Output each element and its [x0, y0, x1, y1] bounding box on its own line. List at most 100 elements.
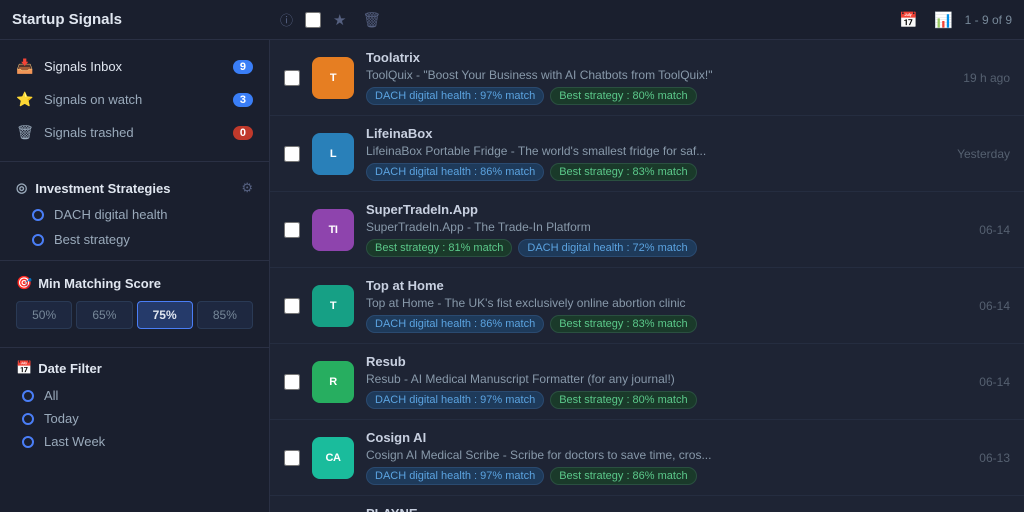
strategies-icon: ◎: [16, 180, 27, 196]
signal-tag: Best strategy : 81% match: [366, 239, 512, 257]
signal-info: PLAYNE PLAYNE : The Meditation Game DACH…: [366, 506, 928, 512]
signal-title: LifeinaBox Portable Fridge - The world's…: [366, 144, 846, 158]
signal-checkbox[interactable]: [284, 70, 300, 86]
date-option-today[interactable]: Today: [16, 407, 253, 430]
signal-info: Toolatrix ToolQuix - "Boost Your Busines…: [366, 50, 928, 105]
signal-checkbox[interactable]: [284, 146, 300, 162]
signal-title: Top at Home - The UK's fist exclusively …: [366, 296, 846, 310]
strategy-dach-dot: [32, 209, 44, 221]
signal-checkbox[interactable]: [284, 222, 300, 238]
signal-date: 06-14: [940, 299, 1010, 313]
signal-avatar: L: [312, 133, 354, 175]
score-85-button[interactable]: 85%: [197, 301, 253, 329]
header-toolbar: ★ 🗑 📅 📊 1 - 9 of 9: [293, 9, 1012, 31]
star-button[interactable]: ★: [329, 9, 350, 31]
inbox-label: Signals Inbox: [44, 59, 223, 74]
signal-row[interactable]: T Top at Home Top at Home - The UK's fis…: [270, 268, 1024, 344]
signal-tag: DACH digital health : 97% match: [366, 391, 544, 409]
score-label: 🎯 Min Matching Score: [16, 275, 253, 291]
app-title: Startup Signals: [12, 11, 272, 28]
signal-row[interactable]: P PLAYNE PLAYNE : The Meditation Game DA…: [270, 496, 1024, 512]
signal-tag: DACH digital health : 97% match: [366, 467, 544, 485]
signal-title: Cosign AI Medical Scribe - Scribe for do…: [366, 448, 846, 462]
date-today-label: Today: [44, 411, 79, 426]
strategy-best-dot: [32, 234, 44, 246]
signal-company: Top at Home: [366, 278, 928, 293]
signal-tag: DACH digital health : 86% match: [366, 315, 544, 333]
score-65-button[interactable]: 65%: [76, 301, 132, 329]
star-icon: ⭐: [16, 91, 34, 108]
signal-tag: Best strategy : 86% match: [550, 467, 696, 485]
signal-row[interactable]: L LifeinaBox LifeinaBox Portable Fridge …: [270, 116, 1024, 192]
signal-date: 06-13: [940, 451, 1010, 465]
score-75-button[interactable]: 75%: [137, 301, 193, 329]
chart-button[interactable]: 📊: [930, 9, 957, 31]
top-header: Startup Signals ⓘ ★ 🗑 📅 📊 1 - 9 of 9: [0, 0, 1024, 40]
signal-tags: DACH digital health : 97% match Best stra…: [366, 467, 928, 485]
strategy-best-label: Best strategy: [54, 232, 130, 247]
sidebar-item-inbox[interactable]: 📥 Signals Inbox 9: [0, 50, 269, 83]
strategies-gear-button[interactable]: ⚙: [241, 180, 253, 196]
strategy-best[interactable]: Best strategy: [0, 227, 269, 252]
signal-avatar: TI: [312, 209, 354, 251]
date-option-all[interactable]: All: [16, 384, 253, 407]
signal-tag: Best strategy : 80% match: [550, 87, 696, 105]
date-lastweek-label: Last Week: [44, 434, 105, 449]
signal-tag: Best strategy : 83% match: [550, 163, 696, 181]
inbox-badge: 9: [233, 60, 253, 74]
date-section: 📅 Date Filter All Today Last Week: [0, 356, 269, 461]
signal-row[interactable]: CA Cosign AI Cosign AI Medical Scribe - …: [270, 420, 1024, 496]
signal-avatar: T: [312, 57, 354, 99]
calendar-button[interactable]: 📅: [895, 9, 922, 31]
signal-row[interactable]: T Toolatrix ToolQuix - "Boost Your Busin…: [270, 40, 1024, 116]
signal-tags: DACH digital health : 97% matchBest stra…: [366, 87, 928, 105]
signal-tags: DACH digital health : 97% matchBest stra…: [366, 391, 928, 409]
divider-1: [0, 161, 269, 162]
signal-info: Resub Resub - AI Medical Manuscript Form…: [366, 354, 928, 409]
signal-title: ToolQuix - "Boost Your Business with AI …: [366, 68, 846, 82]
sidebar-item-trashed[interactable]: 🗑 Signals trashed 0: [0, 116, 269, 149]
date-radio-all: [22, 390, 34, 402]
signal-checkbox[interactable]: [284, 450, 300, 466]
trashed-label: Signals trashed: [44, 125, 223, 140]
signal-company: SuperTradeIn.App: [366, 202, 928, 217]
info-icon[interactable]: ⓘ: [280, 10, 293, 29]
inbox-icon: 📥: [16, 58, 34, 75]
strategies-label: Investment Strategies: [35, 181, 233, 196]
trash-icon: 🗑: [16, 124, 34, 141]
date-label: 📅 Date Filter: [16, 360, 253, 376]
signal-title: Resub - AI Medical Manuscript Formatter …: [366, 372, 846, 386]
score-50-button[interactable]: 50%: [16, 301, 72, 329]
strategy-dach[interactable]: DACH digital health: [0, 202, 269, 227]
signal-tags: DACH digital health : 86% matchBest stra…: [366, 315, 928, 333]
signal-tag: DACH digital health : 72% match: [518, 239, 696, 257]
date-radio-today: [22, 413, 34, 425]
sidebar-item-watch[interactable]: ⭐ Signals on watch 3: [0, 83, 269, 116]
sidebar: 📥 Signals Inbox 9 ⭐ Signals on watch 3 🗑…: [0, 40, 270, 512]
select-all-checkbox[interactable]: [305, 12, 321, 28]
date-option-lastweek[interactable]: Last Week: [16, 430, 253, 453]
strategy-dach-label: DACH digital health: [54, 207, 167, 222]
watch-badge: 3: [233, 93, 253, 107]
trash-button[interactable]: 🗑: [358, 9, 385, 31]
signal-date: Yesterday: [940, 147, 1010, 161]
signal-company: Cosign AI: [366, 430, 928, 445]
signal-info: SuperTradeIn.App SuperTradeIn.App - The …: [366, 202, 928, 257]
signal-checkbox[interactable]: [284, 374, 300, 390]
signal-company: LifeinaBox: [366, 126, 928, 141]
sidebar-nav-section: 📥 Signals Inbox 9 ⭐ Signals on watch 3 🗑…: [0, 40, 269, 153]
signal-info: Cosign AI Cosign AI Medical Scribe - Scr…: [366, 430, 928, 485]
date-label-text: Date Filter: [38, 361, 102, 376]
signal-company: Toolatrix: [366, 50, 928, 65]
signal-row[interactable]: R Resub Resub - AI Medical Manuscript Fo…: [270, 344, 1024, 420]
signal-row[interactable]: TI SuperTradeIn.App SuperTradeIn.App - T…: [270, 192, 1024, 268]
signal-company: PLAYNE: [366, 506, 928, 512]
divider-2: [0, 260, 269, 261]
pagination: 1 - 9 of 9: [965, 13, 1012, 27]
score-icon: 🎯: [16, 275, 32, 291]
signal-checkbox[interactable]: [284, 298, 300, 314]
trashed-badge: 0: [233, 126, 253, 140]
main-layout: 📥 Signals Inbox 9 ⭐ Signals on watch 3 🗑…: [0, 40, 1024, 512]
signal-avatar: CA: [312, 437, 354, 479]
signal-title: SuperTradeIn.App - The Trade-In Platform: [366, 220, 846, 234]
